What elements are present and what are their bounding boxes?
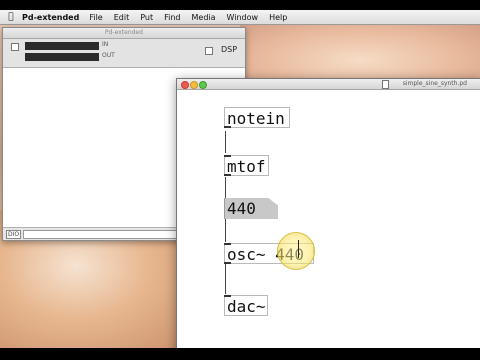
close-window-icon[interactable] <box>181 81 189 89</box>
menu-bar:  Pd-extended File Edit Put Find Media W… <box>0 10 480 25</box>
desktop:  Pd-extended File Edit Put Find Media W… <box>0 10 480 348</box>
patch-window: simple_sine_synth.pd notein mtof 440 osc… <box>176 78 480 348</box>
message-box-label: 440 <box>227 199 256 218</box>
zoom-window-icon[interactable] <box>199 81 207 89</box>
patch-title: simple_sine_synth.pd <box>402 80 467 87</box>
object-outlet[interactable] <box>224 262 231 264</box>
output-level-meter <box>25 53 99 61</box>
notein-object[interactable]: notein <box>224 107 290 128</box>
document-icon <box>382 80 389 89</box>
menu-window[interactable]: Window <box>227 13 259 22</box>
text-cursor-icon <box>298 240 299 258</box>
pd-main-toolbar: IN OUT DSP <box>3 39 245 68</box>
desktop-wallpaper-region <box>240 24 480 84</box>
audio-meter-toggle[interactable] <box>11 43 19 51</box>
notein-object-label: notein <box>227 109 285 128</box>
dac-object-label: dac~ <box>227 297 266 316</box>
dac-object[interactable]: dac~ <box>224 295 268 316</box>
patch-cord[interactable] <box>225 219 226 242</box>
object-inlet[interactable] <box>224 295 231 297</box>
console-tag[interactable]: DIO <box>6 230 22 239</box>
menu-help[interactable]: Help <box>269 13 287 22</box>
mtof-object-label: mtof <box>227 157 266 176</box>
mtof-object[interactable]: mtof <box>224 155 269 176</box>
patch-cord[interactable] <box>225 264 226 294</box>
patch-cord[interactable] <box>225 131 226 153</box>
object-outlet[interactable] <box>224 174 231 176</box>
menu-find[interactable]: Find <box>164 13 180 22</box>
patch-titlebar[interactable]: simple_sine_synth.pd <box>177 79 480 90</box>
patch-cord[interactable] <box>225 177 226 198</box>
message-box[interactable]: 440 <box>224 198 278 219</box>
object-inlet[interactable] <box>224 243 231 245</box>
menu-edit[interactable]: Edit <box>114 13 130 22</box>
dsp-toggle[interactable] <box>205 47 213 55</box>
menu-media[interactable]: Media <box>192 13 216 22</box>
menu-file[interactable]: File <box>89 13 102 22</box>
input-level-meter <box>25 42 99 50</box>
mouse-click-highlight <box>277 232 315 270</box>
minimize-window-icon[interactable] <box>190 81 198 89</box>
object-outlet[interactable] <box>224 126 231 128</box>
meter-in-label: IN <box>102 41 109 48</box>
pd-main-titlebar[interactable]: Pd-extended <box>3 28 245 39</box>
app-menu[interactable]: Pd-extended <box>22 13 79 22</box>
object-inlet[interactable] <box>224 155 231 157</box>
meter-out-label: OUT <box>102 52 115 59</box>
apple-menu-icon[interactable]:  <box>0 12 22 22</box>
dsp-label: DSP <box>221 45 238 54</box>
menu-put[interactable]: Put <box>140 13 153 22</box>
